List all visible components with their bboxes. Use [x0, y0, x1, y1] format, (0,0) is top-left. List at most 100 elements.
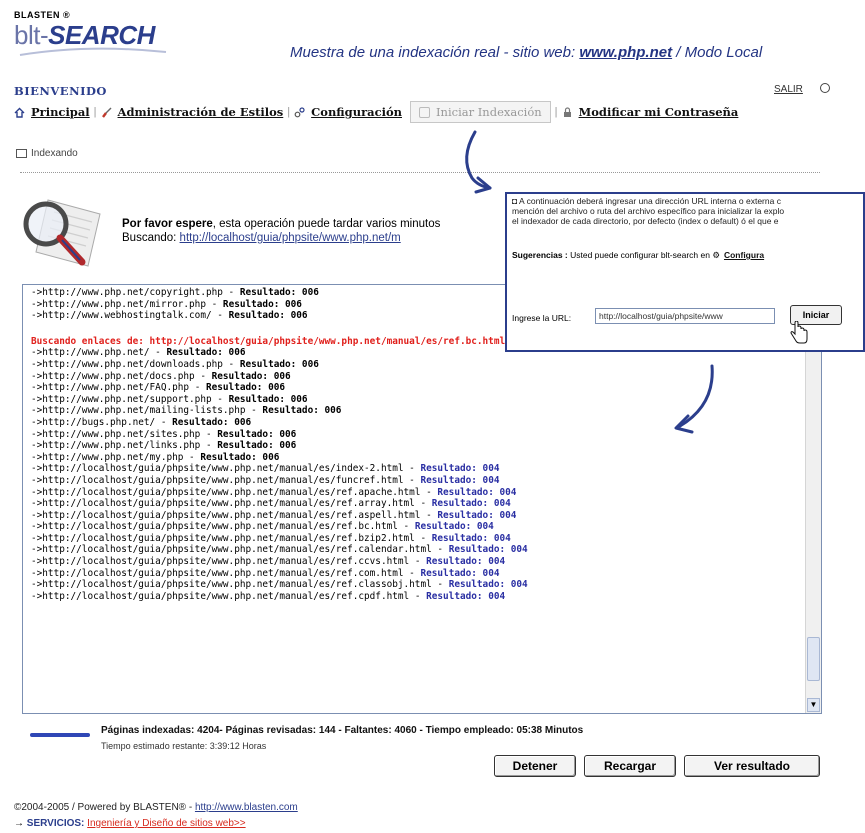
- nav-separator: |: [554, 106, 558, 118]
- log-separator: -: [420, 509, 438, 521]
- log-separator: -: [409, 590, 427, 602]
- gears-icon: ⚙: [712, 250, 720, 260]
- footer-copyright-text: ©2004-2005 / Powered by BLASTEN® -: [14, 802, 195, 813]
- log-url: ->http://www.webhostingtalk.com/: [31, 310, 212, 322]
- services-link[interactable]: Ingeniería y Diseño de sitios web>>: [87, 818, 245, 829]
- time-remaining: Tiempo estimado restante: 3:39:12 Horas: [101, 741, 267, 751]
- log-separator: -: [403, 474, 421, 486]
- log-url: ->http://localhost/guia/phpsite/www.php.…: [31, 474, 404, 486]
- nav-start-indexing[interactable]: Iniciar Indexación: [410, 101, 551, 123]
- log-url: ->http://www.php.net/downloads.php: [31, 358, 223, 370]
- arrow-down-icon: [465, 130, 492, 194]
- scroll-down-icon[interactable]: ▼: [807, 698, 820, 712]
- nav-config[interactable]: Configuración: [294, 105, 402, 119]
- log-line: ->http://localhost/guia/phpsite/www.php.…: [31, 579, 801, 591]
- log-separator: -: [409, 556, 427, 568]
- magnifier-illustration-icon: [23, 199, 101, 267]
- log-url: ->http://localhost/guia/phpsite/www.php.…: [31, 532, 415, 544]
- log-scrollbar-thumb[interactable]: [807, 637, 820, 681]
- wait-message: Por favor espere, esta operación puede t…: [122, 218, 440, 230]
- nav-start-indexing-label: Iniciar Indexación: [436, 105, 542, 119]
- popup-suggestions-text: Usted puede configurar blt-search en: [567, 250, 713, 260]
- log-result: Resultado: 004: [414, 521, 494, 533]
- log-line: ->http://localhost/guia/phpsite/www.php.…: [31, 521, 801, 533]
- url-input[interactable]: [595, 308, 775, 324]
- arrow-curve-icon: [674, 364, 714, 434]
- nav-config-label: Configuración: [311, 105, 402, 119]
- log-result: Resultado: 004: [426, 556, 506, 568]
- log-url: ->http://localhost/guia/phpsite/www.php.…: [31, 590, 410, 602]
- nav-separator: |: [93, 106, 97, 118]
- log-result: Resultado: 006: [205, 382, 286, 394]
- log-line: ->http://localhost/guia/phpsite/www.php.…: [31, 487, 801, 499]
- search-doc-icon: [419, 106, 430, 118]
- popup-url-label: Ingrese la URL:: [512, 313, 572, 323]
- footer-copyright: ©2004-2005 / Powered by BLASTEN® - http:…: [14, 802, 298, 813]
- log-url: ->http://localhost/guia/phpsite/www.php.…: [31, 509, 421, 521]
- log-line: ->http://localhost/guia/phpsite/www.php.…: [31, 533, 801, 545]
- stop-button[interactable]: Detener: [494, 755, 576, 777]
- log-result: Resultado: 004: [431, 532, 511, 544]
- nav-separator: |: [287, 106, 291, 118]
- footer-blasten-link[interactable]: http://www.blasten.com: [195, 802, 298, 813]
- log-line: ->http://www.php.net/my.php - Resultado:…: [31, 452, 801, 464]
- power-icon[interactable]: [820, 83, 830, 93]
- nav-principal[interactable]: Principal: [14, 105, 90, 119]
- log-result: Resultado: 006: [239, 358, 319, 370]
- log-line: ->http://localhost/guia/phpsite/www.php.…: [31, 568, 801, 580]
- nav-styles-label: Administración de Estilos: [117, 105, 284, 119]
- log-result: Resultado: 006: [222, 298, 302, 310]
- section-indexing-label: Indexando: [31, 148, 78, 159]
- nav-styles[interactable]: Administración de Estilos: [101, 105, 284, 119]
- nav-principal-label: Principal: [31, 105, 90, 119]
- popup-instruction-line-2: mención del archivo o ruta del archivo e…: [512, 206, 785, 216]
- searching-label: Buscando:: [122, 232, 180, 244]
- log-result: Resultado: 006: [217, 428, 297, 440]
- url-popup: ◘ A continuación deberá ingresar una dir…: [505, 192, 865, 352]
- arrow-right-icon: →: [14, 818, 27, 829]
- searching-url-link[interactable]: http://localhost/guia/phpsite/www.php.ne…: [180, 232, 401, 244]
- logo-swoosh-icon: [19, 47, 167, 56]
- log-result: Resultado: 006: [172, 416, 252, 428]
- popup-config-link[interactable]: Configura: [724, 250, 764, 260]
- tagline-prefix: Muestra de una indexación real - sitio w…: [290, 44, 580, 61]
- log-url: ->http://localhost/guia/phpsite/www.php.…: [31, 579, 432, 591]
- log-separator: -: [431, 544, 449, 556]
- log-line: ->http://localhost/guia/phpsite/www.php.…: [31, 463, 801, 475]
- services-label: SERVICIOS:: [26, 818, 85, 829]
- view-results-button[interactable]: Ver resultado: [684, 755, 820, 777]
- tagline-suffix: / Modo Local: [672, 44, 763, 61]
- log-separator: -: [397, 521, 415, 533]
- nav-change-password[interactable]: Modificar mi Contraseña: [562, 105, 738, 119]
- log-result: Resultado: 004: [426, 590, 506, 602]
- log-result: Resultado: 006: [228, 310, 308, 322]
- lock-icon: [563, 106, 571, 117]
- log-separator: -: [222, 287, 240, 298]
- log-url: ->http://localhost/guia/phpsite/www.php.…: [31, 498, 415, 510]
- home-icon: [14, 107, 25, 118]
- log-result: Resultado: 004: [437, 509, 517, 521]
- welcome-title: BIENVENIDO: [14, 84, 107, 98]
- log-result: Resultado: 006: [211, 370, 291, 382]
- log-result: Resultado: 004: [420, 567, 500, 579]
- log-line: ->http://localhost/guia/phpsite/www.php.…: [31, 591, 801, 603]
- log-separator: -: [222, 358, 240, 370]
- section-indexing: Indexando: [16, 148, 78, 159]
- log-url: ->http://localhost/guia/phpsite/www.php.…: [31, 463, 404, 475]
- log-separator: -: [200, 428, 218, 440]
- tagline-site-link[interactable]: www.php.net: [579, 44, 672, 61]
- log-url: ->http://www.php.net/my.php: [31, 451, 184, 463]
- log-separator: -: [194, 370, 212, 382]
- log-separator: -: [211, 393, 229, 405]
- log-result: Resultado: 006: [228, 393, 308, 405]
- progress-stats: Páginas indexadas: 4204- Páginas revisad…: [101, 725, 584, 736]
- reload-button[interactable]: Recargar: [584, 755, 676, 777]
- log-separator: -: [403, 463, 421, 475]
- progress-bar: [30, 733, 90, 737]
- log-url: ->http://localhost/guia/phpsite/www.php.…: [31, 556, 410, 568]
- log-separator: -: [155, 416, 173, 428]
- hand-cursor-icon: [790, 321, 808, 344]
- gears-icon: [294, 106, 305, 117]
- logout-link[interactable]: SALIR: [774, 84, 803, 95]
- log-separator: -: [431, 579, 449, 591]
